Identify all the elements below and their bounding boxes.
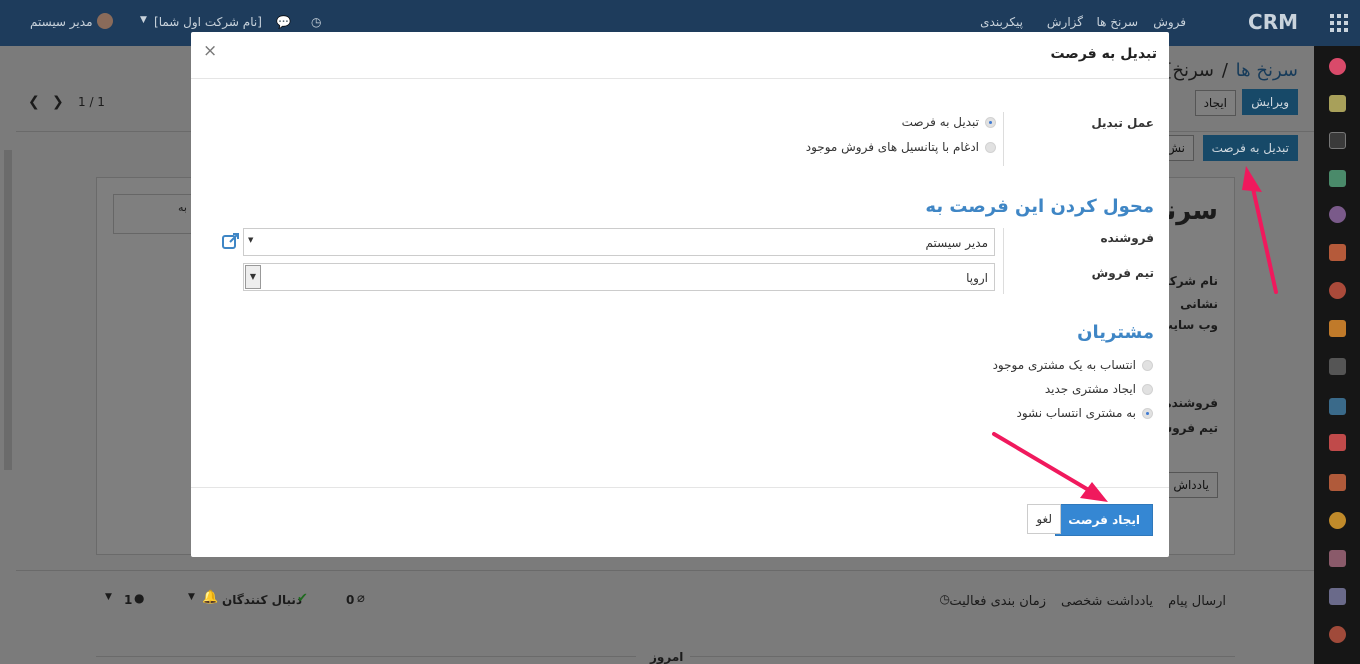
cancel-button[interactable]: لغو (1027, 504, 1061, 534)
company-caret-icon[interactable]: ▼ (140, 15, 147, 25)
website-icon[interactable] (1329, 282, 1346, 299)
radio-unselected-icon[interactable] (985, 141, 996, 153)
expenses-icon[interactable] (1329, 474, 1346, 491)
radio-merge-existing[interactable]: ادغام با پتانسیل های فروش موجود (806, 140, 996, 154)
breadcrumb-root[interactable]: سرنخ ها (1236, 60, 1298, 81)
inventory-icon[interactable] (1329, 358, 1346, 375)
sales-team-label: تیم فروش (1091, 266, 1154, 280)
create-button[interactable]: ایجاد (1194, 90, 1236, 116)
log-note-button[interactable]: یادداشت شخصی (1061, 594, 1153, 609)
attachments-count[interactable]: 0 (346, 593, 354, 607)
follower-caret-icon[interactable]: ▼ (105, 592, 112, 602)
follower-count[interactable]: 1 (124, 593, 132, 607)
salesperson-label: فروشنده (1100, 231, 1155, 245)
activity-clock-icon[interactable]: ◷ (311, 15, 321, 29)
schedule-activity-button[interactable]: زمان بندی فعالیت (949, 594, 1046, 609)
radio-unselected-icon[interactable] (1142, 383, 1153, 395)
employees-icon[interactable] (1329, 550, 1346, 567)
menu-reporting[interactable]: گزارش (1047, 15, 1083, 29)
pager-next-icon[interactable]: ❯ (52, 94, 64, 110)
edit-button[interactable]: ویرایش (1242, 89, 1298, 115)
convert-to-opportunity-button[interactable]: تبدیل به فرصت (1202, 135, 1298, 161)
dropdown-caret-icon[interactable]: ▼ (248, 236, 253, 244)
avatar (97, 13, 113, 29)
select-arrow-icon[interactable]: ▼ (245, 265, 261, 289)
assign-section-title: محول کردن این فرصت به (925, 196, 1154, 217)
website-label: وب سایت (1160, 318, 1218, 332)
radio-unselected-icon[interactable] (1142, 359, 1153, 371)
radio-selected-icon[interactable] (1142, 407, 1153, 419)
apps-sidebar (1314, 46, 1360, 664)
scrollbar[interactable] (4, 150, 12, 470)
menu-configuration[interactable]: پیکربندی (980, 15, 1023, 29)
sales-icon[interactable] (1329, 244, 1346, 261)
radio-selected-icon[interactable] (985, 116, 996, 128)
breadcrumb-sep: / (1221, 60, 1228, 81)
breadcrumb-current: [سرنخ (1165, 60, 1214, 81)
menu-leads[interactable]: سرنخ ها (1096, 15, 1138, 29)
bell-icon[interactable]: 🔔 (202, 590, 218, 605)
followers-button[interactable]: دنبال کنندگان (222, 593, 302, 607)
convert-dialog: تبدیل به فرصت × عمل تبدیل تبدیل به فرصت … (191, 32, 1169, 557)
radio-no-customer[interactable]: به مشتری انتساب نشود (1016, 406, 1153, 420)
chat-icon[interactable]: 💬 (276, 15, 291, 29)
external-link-icon[interactable] (221, 231, 241, 251)
customers-section-title: مشتریان (1077, 322, 1154, 343)
dialog-header: تبدیل به فرصت × (191, 32, 1169, 79)
create-opportunity-button[interactable]: ایجاد فرصت (1055, 504, 1153, 536)
user-menu[interactable]: مدیر سیستم (30, 15, 93, 29)
address-label: نشانی (1180, 297, 1218, 311)
contacts-icon[interactable] (1329, 170, 1346, 187)
radio-link-existing-customer[interactable]: انتساب به یک مشتری موجود (993, 358, 1153, 372)
paperclip-icon[interactable]: ⌀ (357, 591, 365, 606)
check-icon: ✔ (297, 591, 308, 606)
salesperson-label-bg: فروشنده (1164, 396, 1219, 410)
discuss-icon[interactable] (1329, 58, 1346, 75)
helpdesk-icon[interactable] (1329, 512, 1346, 529)
company-switcher[interactable]: [نام شرکت اول شما] (154, 15, 262, 29)
dialog-title: تبدیل به فرصت (1050, 46, 1157, 62)
point-of-sale-icon[interactable] (1329, 320, 1346, 337)
clock-icon: ◷ (939, 592, 950, 606)
menu-sales[interactable]: فروش (1153, 15, 1186, 29)
pager: 1 / 1 (78, 95, 105, 109)
send-message-button[interactable]: ارسال پیام (1168, 594, 1226, 609)
close-icon[interactable]: × (203, 41, 217, 61)
pager-prev-icon[interactable]: ❮ (28, 94, 40, 110)
followers-caret-icon[interactable]: ▼ (188, 592, 195, 602)
timesheets-icon[interactable] (1329, 626, 1346, 643)
sales-team-select[interactable]: اروپا ▼ (243, 263, 995, 291)
purchase-icon[interactable] (1329, 434, 1346, 451)
dialog-footer-divider (191, 487, 1169, 488)
calendar-icon[interactable] (1329, 95, 1346, 112)
apps-icon[interactable] (1329, 588, 1346, 605)
salesperson-select[interactable]: مدیر سیستم ▼ (243, 228, 995, 256)
radio-convert-to-opportunity[interactable]: تبدیل به فرصت (902, 115, 996, 129)
radio-create-new-customer[interactable]: ایجاد مشتری جدید (1045, 382, 1153, 396)
conversion-action-label: عمل تبدیل (1091, 116, 1154, 130)
apps-grid-icon[interactable] (1330, 14, 1348, 32)
notes-tab[interactable]: یادداش (1164, 472, 1218, 498)
person-icon: ● (134, 591, 145, 605)
crm-icon[interactable] (1329, 206, 1346, 223)
today-separator: امروز (650, 650, 684, 664)
invoicing-icon[interactable] (1329, 398, 1346, 415)
notes-icon[interactable] (1329, 132, 1346, 149)
app-title: CRM (1248, 10, 1298, 34)
